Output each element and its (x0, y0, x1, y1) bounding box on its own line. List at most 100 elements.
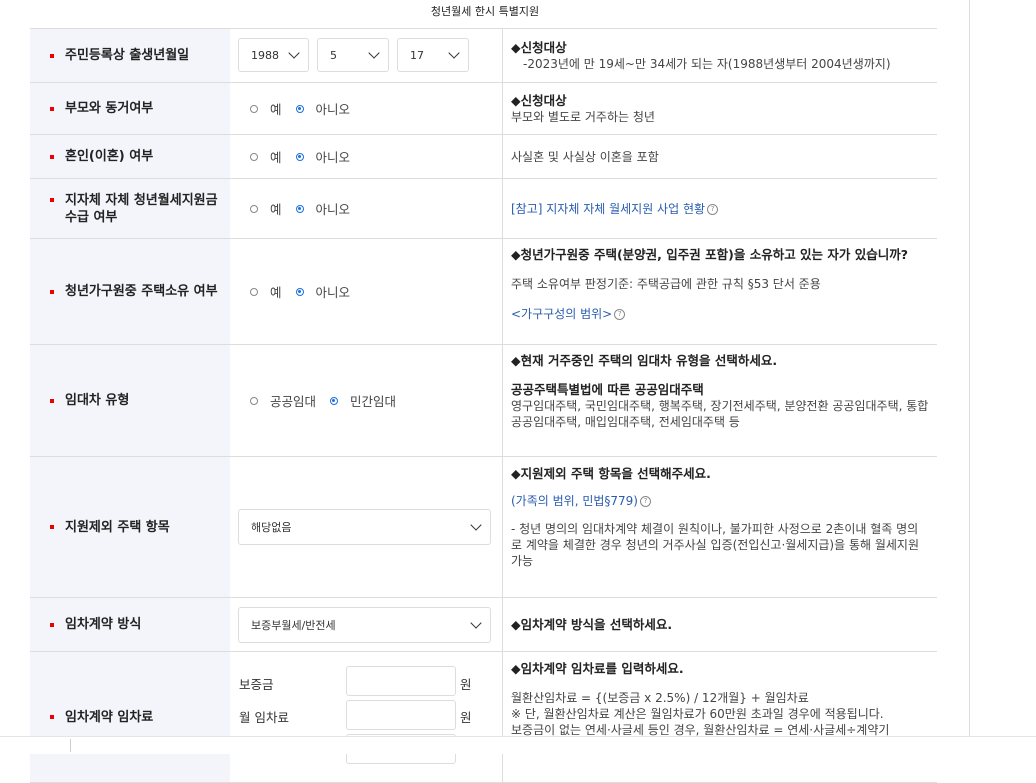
row-label: 부모와 동거여부 (30, 83, 230, 134)
radio-label: 예 (270, 285, 282, 300)
exclusion-select[interactable]: 해당없음 (238, 509, 491, 545)
radio-label: 공공임대 (270, 394, 317, 409)
rent-controls: 보증금 원 월 임차료 원 (230, 652, 502, 782)
chevron-down-icon (448, 47, 460, 59)
unit-label: 원 (460, 677, 472, 692)
selected-value: 1988 (251, 48, 279, 62)
contract-controls: 보증부월세/반전세 (230, 598, 502, 651)
info-title: ◆임차계약 임차료를 입력하세요. (511, 661, 684, 676)
row-info: 사실혼 및 사실상 이혼을 포함 (502, 135, 937, 178)
info-text: 부모와 별도로 거주하는 청년 (511, 109, 655, 124)
household-range-link[interactable]: <가구구성의 범위>? (511, 306, 929, 322)
birth-controls: 1988 5 17 (230, 29, 502, 82)
row-info: ◆신청대상 -2023년에 만 19세~만 34세가 되는 자(1988년생부터… (502, 29, 937, 82)
exclusion-controls: 해당없음 (230, 457, 502, 597)
radio-parents-no[interactable]: 아니오 (295, 99, 351, 118)
radio-circle (250, 204, 258, 213)
local-support-controls: 예 아니오 (230, 179, 502, 238)
row-rent: 임차계약 임차료 보증금 원 월 임차료 원 ◆임차계약 임차료를 입력하세요.… (30, 652, 937, 783)
label-text: 임차계약 방식 (65, 617, 142, 632)
divider (70, 739, 71, 752)
info-title: ◆신청대상 (511, 92, 567, 108)
radio-house-yes[interactable]: 예 (250, 282, 282, 301)
required-marker (50, 525, 54, 529)
row-lease-type: 임대차 유형 공공임대 민간임대 ◆현재 거주중인 주택의 임대차 유형을 선택… (30, 345, 937, 457)
radio-label: 아니오 (315, 202, 351, 217)
radio-label: 아니오 (315, 150, 351, 165)
info-text: - 청년 명의의 임대차계약 체결이 원칙이나, 불가피한 사정으로 2촌이내 … (511, 522, 920, 568)
help-icon: ? (614, 309, 626, 320)
birth-year-select[interactable]: 1988 (238, 38, 309, 72)
required-marker (50, 198, 54, 202)
help-icon: ? (640, 496, 651, 507)
contract-type-select[interactable]: 보증부월세/반전세 (238, 607, 491, 643)
radio-private-lease[interactable]: 민간임대 (330, 391, 396, 410)
row-exclusion: 지원제외 주택 항목 해당없음 ◆지원제외 주택 항목을 선택해주세요. (가족… (30, 457, 937, 598)
row-info: ◆현재 거주중인 주택의 임대차 유형을 선택하세요. 공공주택특별법에 따른 … (502, 345, 937, 456)
label-text: 지자체 자체 청년월세지원금 수급 여부 (65, 192, 218, 226)
radio-local-support-yes[interactable]: 예 (250, 199, 282, 218)
page-header: 청년월세 한시 특별지원 (0, 0, 970, 22)
required-marker (50, 622, 54, 627)
deposit-input[interactable] (346, 666, 456, 696)
radio-label: 예 (270, 150, 282, 165)
eligibility-form: 주민등록상 출생년월일 1988 5 17 ◆신청대상 -2023년에 만 19… (30, 28, 937, 783)
row-info: [참고] 지자체 자체 월세지원 사업 현황? (502, 179, 937, 238)
radio-circle-checked (295, 287, 304, 296)
info-title: ◆지원제외 주택 항목을 선택해주세요. (511, 466, 711, 481)
radio-circle-checked (295, 152, 304, 161)
radio-public-lease[interactable]: 공공임대 (250, 391, 316, 410)
chevron-down-icon (288, 47, 300, 59)
required-marker (50, 715, 54, 719)
monthly-rent-label: 월 임차료 (239, 710, 289, 725)
label-text: 임차계약 임차료 (65, 709, 154, 725)
family-range-link[interactable]: (가족의 범위, 민법§779)? (511, 493, 929, 509)
bottom-bar (0, 736, 1036, 754)
row-label: 임차계약 임차료 (30, 652, 230, 782)
birth-day-select[interactable]: 17 (397, 38, 469, 72)
info-text: 주택 소유여부 판정기준: 주택공급에 관한 규칙 §53 단서 준용 (511, 277, 821, 291)
row-local-support: 지자체 자체 청년월세지원금 수급 여부 예 아니오 [참고] 지자체 자체 월세… (30, 179, 937, 239)
row-info: ◆청년가구원중 주택(분양권, 입주권 포함)을 소유하고 있는 자가 있습니까… (502, 239, 937, 344)
row-info: ◆신청대상 부모와 별도로 거주하는 청년 (502, 83, 937, 134)
chevron-down-icon (470, 617, 482, 629)
radio-circle-checked (295, 204, 304, 213)
radio-parents-yes[interactable]: 예 (250, 99, 282, 118)
local-support-link[interactable]: [참고] 지자체 자체 월세지원 사업 현황? (511, 201, 929, 217)
info-title: ◆현재 거주중인 주택의 임대차 유형을 선택하세요. (511, 353, 778, 368)
link-text: (가족의 범위, 민법§779) (511, 494, 638, 508)
row-birthdate: 주민등록상 출생년월일 1988 5 17 ◆신청대상 -2023년에 만 19… (30, 29, 937, 83)
link-text: <가구구성의 범위> (511, 307, 613, 321)
radio-marriage-no[interactable]: 아니오 (295, 147, 351, 166)
radio-circle (250, 152, 258, 161)
parents-controls: 예 아니오 (230, 83, 502, 134)
row-info: ◆임차계약 방식을 선택하세요. (502, 598, 937, 651)
info-text: 영구임대주택, 국민임대주택, 행복주택, 장기전세주택, 분양전환 공공임대주… (511, 399, 929, 429)
radio-label: 예 (270, 102, 282, 117)
radio-circle (250, 104, 258, 113)
radio-label: 민간임대 (350, 394, 397, 409)
selected-value: 해당없음 (251, 521, 292, 534)
birth-month-select[interactable]: 5 (317, 38, 389, 72)
radio-local-support-no[interactable]: 아니오 (295, 199, 351, 218)
info-text: ※ 단, 월환산임차료 계산은 월임차료가 60만원 초과일 경우에 적용됩니다… (511, 707, 884, 721)
required-marker (50, 106, 54, 111)
info-text: 월환산임차료 = {(보증금 x 2.5%) / 12개월} + 월임차료 (511, 691, 809, 705)
label-line: 지자체 자체 청년월세지원금 (65, 192, 218, 208)
monthly-rent-input[interactable] (346, 700, 456, 730)
radio-circle (250, 396, 258, 405)
row-contract-type: 임차계약 방식 보증부월세/반전세 ◆임차계약 방식을 선택하세요. (30, 598, 937, 652)
info-title: ◆신청대상 (511, 39, 567, 55)
radio-marriage-yes[interactable]: 예 (250, 147, 282, 166)
chevron-down-icon (368, 47, 380, 59)
radio-label: 아니오 (315, 102, 351, 117)
required-marker (50, 289, 54, 294)
row-parents: 부모와 동거여부 예 아니오 ◆신청대상 부모와 별도로 거주하는 청년 (30, 83, 937, 135)
house-controls: 예 아니오 (230, 239, 502, 344)
lease-type-controls: 공공임대 민간임대 (230, 345, 502, 456)
row-info: ◆지원제외 주택 항목을 선택해주세요. (가족의 범위, 민법§779)? -… (502, 457, 937, 597)
info-title: ◆청년가구원중 주택(분양권, 입주권 포함)을 소유하고 있는 자가 있습니까… (511, 247, 909, 262)
selected-value: 17 (410, 48, 424, 62)
radio-house-no[interactable]: 아니오 (295, 282, 350, 301)
marriage-controls: 예 아니오 (230, 135, 502, 178)
